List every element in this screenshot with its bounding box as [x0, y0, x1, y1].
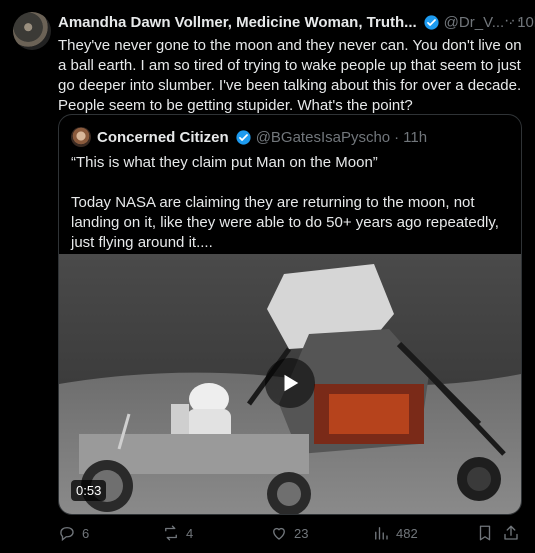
verified-badge-icon — [235, 129, 252, 146]
more-icon[interactable]: ··· — [504, 12, 523, 30]
like-count: 23 — [294, 525, 309, 541]
views-icon — [375, 527, 388, 540]
quoted-post-header: Concerned Citizen @BGatesIsaPyscho · 11h — [71, 127, 427, 147]
author-handle[interactable]: @Dr_V... — [444, 14, 505, 31]
quoted-post-time: 11h — [403, 128, 428, 146]
share-icon — [504, 525, 518, 540]
quoted-author-name: Concerned Citizen — [97, 128, 229, 146]
like-icon — [273, 527, 285, 540]
author-avatar[interactable] — [13, 12, 51, 50]
repost-button[interactable]: 4 — [162, 524, 193, 542]
views-button[interactable]: 482 — [372, 524, 418, 542]
bookmark-icon — [479, 525, 491, 541]
repost-icon — [165, 525, 177, 541]
verified-badge-icon — [423, 14, 440, 31]
share-button[interactable] — [502, 524, 526, 542]
separator-dot: · — [394, 128, 400, 146]
post-actions: 6 4 23 482 — [58, 524, 523, 546]
reply-count: 6 — [82, 525, 90, 541]
quoted-post[interactable]: Concerned Citizen @BGatesIsaPyscho · 11h… — [58, 114, 522, 515]
post-header: Amandha Dawn Vollmer, Medicine Woman, Tr… — [58, 12, 535, 32]
quoted-post-text: “This is what they claim put Man on the … — [71, 154, 499, 251]
bookmark-button[interactable] — [476, 524, 500, 542]
author-name[interactable]: Amandha Dawn Vollmer, Medicine Woman, Tr… — [58, 14, 417, 31]
quoted-author-handle: @BGatesIsaPyscho — [255, 128, 391, 146]
video-duration: 0:53 — [71, 480, 107, 501]
play-icon — [284, 374, 299, 392]
play-button[interactable] — [265, 358, 315, 408]
post-text: They've never gone to the moon and they … — [58, 37, 522, 114]
repost-count: 4 — [186, 525, 194, 541]
like-button[interactable]: 23 — [270, 524, 308, 542]
quoted-author-avatar — [71, 127, 91, 147]
reply-icon — [60, 527, 74, 542]
video-player[interactable]: 0:53 — [59, 254, 521, 514]
views-count: 482 — [396, 525, 418, 541]
reply-button[interactable]: 6 — [58, 524, 89, 542]
